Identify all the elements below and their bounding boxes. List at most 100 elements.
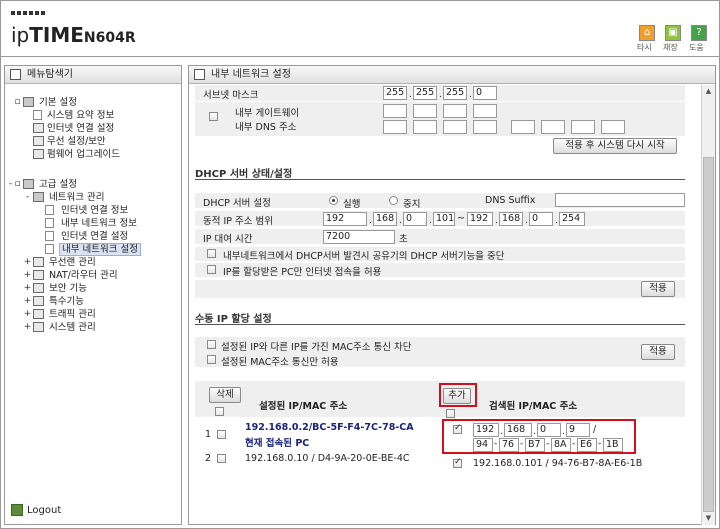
scroll-thumb[interactable] [703, 157, 714, 512]
dhcp-detect-checkbox[interactable] [207, 249, 216, 258]
new-ip-octet-2[interactable]: 168 [504, 423, 532, 437]
traffic-icon [33, 309, 44, 319]
dns-suffix-input[interactable] [555, 193, 685, 207]
gateway-octet-1[interactable] [383, 104, 407, 118]
tree-item-special[interactable]: + 특수기능 [5, 295, 181, 308]
new-ip-octet-3[interactable]: 0 [537, 423, 561, 437]
range-start-octet-2[interactable]: 168 [373, 212, 397, 226]
tree-item-traffic[interactable]: + 트래픽 관리 [5, 308, 181, 321]
allow-assigned-pc-checkbox[interactable] [207, 265, 216, 274]
router-admin-window: ipTIMEN604R ⌂ 타시 ▣ 재장 ? 도움 메뉴탐색기 ▫ 기본 설정… [0, 0, 720, 529]
dhcp-apply-button[interactable]: 적용 [641, 281, 675, 297]
range-start-octet-1[interactable]: 192 [323, 212, 367, 226]
range-end-octet-2[interactable]: 168 [499, 212, 523, 226]
left-row-2-checkbox[interactable] [217, 454, 226, 463]
tree-item[interactable]: 무선 설정/보안 [5, 135, 181, 148]
dns1-octet-1[interactable] [383, 120, 407, 134]
tree-item[interactable]: 인터넷 연결 설정 [5, 122, 181, 135]
page-icon [45, 218, 54, 228]
range-end-octet-4[interactable]: 254 [559, 212, 585, 226]
scroll-up-icon[interactable]: ▲ [702, 85, 715, 98]
subnet-octet-1[interactable]: 255 [383, 86, 407, 100]
new-ip-octet-1[interactable]: 192 [473, 423, 499, 437]
tree-item-selected[interactable]: 내부 네트워크 설정 [5, 243, 181, 256]
header-bar: ipTIMEN604R ⌂ 타시 ▣ 재장 ? 도움 [1, 1, 719, 57]
add-button-highlight [439, 383, 477, 407]
manual-apply-button[interactable]: 적용 [641, 344, 675, 360]
logout-link[interactable]: Logout [11, 504, 61, 518]
range-start-octet-3[interactable]: 0 [403, 212, 427, 226]
new-entry-checkbox[interactable] [453, 423, 462, 434]
right-table-header: 검색된 IP/MAC 주소 [489, 401, 578, 412]
manual-ip-section-title: 수동 IP 할당 설정 [195, 314, 272, 325]
lease-time-input[interactable]: 7200 [323, 230, 395, 244]
gateway-octet-2[interactable] [413, 104, 437, 118]
tree-item[interactable]: 시스템 요약 정보 [5, 109, 181, 122]
home-button[interactable]: ⌂ 타시 [637, 25, 657, 52]
dns2-octet-3[interactable] [571, 120, 595, 134]
main-panel: 내부 네트워크 설정 서브넷 마스크 255 . 255 . 255 . 0 내… [188, 65, 716, 525]
subnet-octet-3[interactable]: 255 [443, 86, 467, 100]
dhcp-stop-radio[interactable] [389, 196, 398, 205]
logout-icon [11, 504, 23, 516]
left-row-1-checkbox[interactable] [217, 430, 226, 439]
router-icon [33, 270, 44, 280]
select-all-left-checkbox[interactable] [215, 407, 224, 416]
tree-network-management[interactable]: - 네트워크 관리 [5, 191, 181, 204]
new-mac-octet-3[interactable]: B7 [525, 438, 545, 452]
tree-item[interactable]: 펌웨어 업그레이드 [5, 148, 181, 161]
tree-item-nat[interactable]: + NAT/라우터 관리 [5, 269, 181, 282]
new-mac-octet-1[interactable]: 94 [473, 438, 493, 452]
new-mac-octet-4[interactable]: 8A [551, 438, 571, 452]
new-mac-octet-5[interactable]: E6 [577, 438, 597, 452]
brand-logo: ipTIMEN604R [11, 23, 136, 47]
subnet-octet-2[interactable]: 255 [413, 86, 437, 100]
delete-button[interactable]: 삭제 [209, 387, 241, 403]
apply-restart-button[interactable]: 적용 후 시스템 다시 시작 [553, 138, 677, 154]
block-mismatch-mac-checkbox[interactable] [207, 340, 216, 349]
tree-item-wireless[interactable]: + 무선랜 관리 [5, 256, 181, 269]
range-start-octet-4[interactable]: 101 [433, 212, 455, 226]
restart-button[interactable]: ▣ 재장 [663, 25, 683, 52]
new-mac-octet-6[interactable]: 1B [603, 438, 623, 452]
dns1-octet-4[interactable] [473, 120, 497, 134]
gateway-octet-3[interactable] [443, 104, 467, 118]
tree-basic-settings[interactable]: ▫ 기본 설정 [5, 96, 181, 109]
select-all-right-checkbox[interactable] [446, 409, 455, 418]
scroll-down-icon[interactable]: ▼ [702, 512, 715, 525]
tree-item[interactable]: 내부 네트워크 정보 [5, 217, 181, 230]
dns2-octet-2[interactable] [541, 120, 565, 134]
tree-item[interactable]: 인터넷 연결 설정 [5, 230, 181, 243]
new-ip-octet-4[interactable]: 9 [566, 423, 590, 437]
subnet-octet-4[interactable]: 0 [473, 86, 497, 100]
range-end-octet-1[interactable]: 192 [467, 212, 493, 226]
dns2-octet-1[interactable] [511, 120, 535, 134]
dhcp-run-radio[interactable] [329, 196, 338, 205]
dns1-octet-2[interactable] [413, 120, 437, 134]
main-scrollbar[interactable]: ▲ ▼ [701, 85, 715, 525]
searched-row-checkbox[interactable] [453, 457, 462, 468]
tree-item[interactable]: 인터넷 연결 정보 [5, 204, 181, 217]
page-icon [45, 205, 54, 215]
tree-advanced-settings[interactable]: - ▫ 고급 설정 [5, 178, 181, 191]
left-row-2-address[interactable]: 192.168.0.10 / D4-9A-20-0E-BE-4C [245, 453, 410, 464]
new-mac-octet-2[interactable]: 76 [499, 438, 519, 452]
searched-row-address[interactable]: 192.168.0.101 / 94-76-B7-8A-E6-1B [473, 458, 642, 469]
dns1-octet-3[interactable] [443, 120, 467, 134]
page-icon [45, 231, 54, 241]
tree-item-system[interactable]: + 시스템 관리 [5, 321, 181, 334]
gateway-octet-4[interactable] [473, 104, 497, 118]
dns2-octet-4[interactable] [601, 120, 625, 134]
home-icon: ⌂ [639, 25, 655, 41]
help-icon: ? [691, 25, 707, 41]
globe-icon [33, 123, 44, 133]
page-icon [33, 110, 42, 120]
gateway-dns-checkbox[interactable] [209, 112, 218, 121]
tree-item-security[interactable]: + 보안 기능 [5, 282, 181, 295]
allow-only-mac-checkbox[interactable] [207, 355, 216, 364]
range-end-octet-3[interactable]: 0 [529, 212, 553, 226]
left-row-1-address[interactable]: 192.168.0.2/BC-5F-F4-7C-78-CA [245, 422, 414, 433]
wireless-icon [33, 257, 44, 267]
menu-explorer-title: 메뉴탐색기 [5, 66, 181, 84]
help-button[interactable]: ? 도움 [689, 25, 709, 52]
